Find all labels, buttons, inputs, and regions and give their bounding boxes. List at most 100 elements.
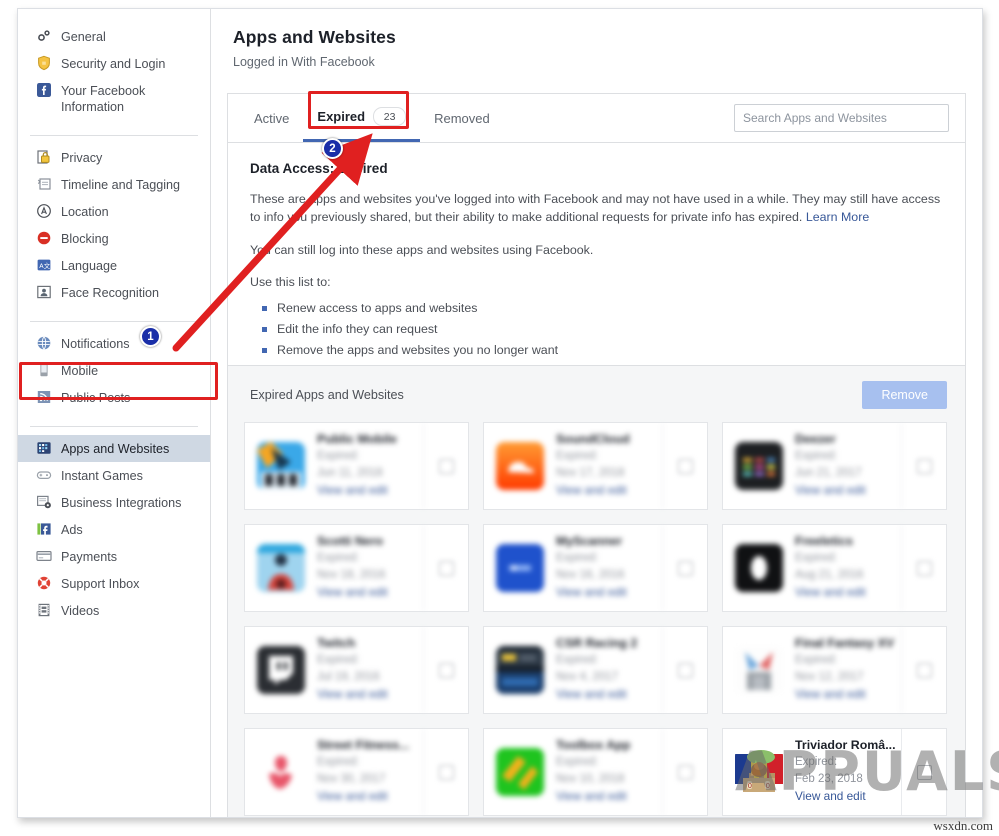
sidebar-item-apps-and-websites[interactable]: Apps and Websites: [18, 435, 210, 462]
app-checkbox[interactable]: [438, 560, 454, 576]
app-checkbox-cell[interactable]: [662, 525, 707, 611]
app-checkbox-cell[interactable]: [901, 423, 946, 509]
app-meta: MyScanner Expired: Nov 16, 2016 View and…: [556, 525, 662, 611]
app-checkbox-cell[interactable]: [423, 627, 468, 713]
app-name: MyScanner: [556, 534, 623, 548]
app-checkbox[interactable]: [438, 662, 454, 678]
app-expired-date: Jun 21, 2017: [795, 467, 862, 479]
app-icon-container: [723, 627, 795, 713]
view-and-edit-link[interactable]: View and edit: [317, 483, 419, 497]
app-card[interactable]: Public Mobile Expired: Jun 11, 2018 View…: [244, 422, 469, 510]
sidebar-item-videos[interactable]: Videos: [18, 597, 210, 624]
view-and-edit-link[interactable]: View and edit: [556, 585, 658, 599]
view-and-edit-link[interactable]: View and edit: [556, 483, 658, 497]
lock-icon: [36, 149, 52, 165]
app-meta: Public Mobile Expired: Jun 11, 2018 View…: [317, 423, 423, 509]
sidebar-item-timeline-and-tagging[interactable]: Timeline and Tagging: [18, 171, 210, 198]
sidebar-item-ads[interactable]: Ads: [18, 516, 210, 543]
tab-label: Active: [254, 110, 290, 126]
view-and-edit-link[interactable]: View and edit: [795, 687, 897, 701]
view-and-edit-link[interactable]: View and edit: [317, 585, 419, 599]
app-card[interactable]: Final Fantasy XV Expired: Nov 12, 2017 V…: [722, 626, 947, 714]
tab-active[interactable]: Active: [240, 95, 303, 142]
app-icon-container: [245, 627, 317, 713]
sidebar-item-blocking[interactable]: Blocking: [18, 225, 210, 252]
app-checkbox-cell[interactable]: [662, 627, 707, 713]
view-and-edit-link[interactable]: View and edit: [795, 585, 897, 599]
sidebar-item-business-integrations[interactable]: Business Integrations: [18, 489, 210, 516]
app-checkbox-cell[interactable]: [423, 525, 468, 611]
app-card[interactable]: SoundCloud Expired: Nov 17, 2018 View an…: [483, 422, 708, 510]
app-card[interactable]: Toolbox App Expired: Nov 10, 2018 View a…: [483, 728, 708, 816]
search-input[interactable]: [734, 104, 949, 132]
sidebar-item-notifications[interactable]: Notifications: [18, 330, 210, 357]
app-expired-date: Nov 12, 2017: [795, 671, 864, 683]
app-expired-date: Nov 30, 2017: [317, 773, 386, 785]
settings-sidebar: General Security and Login Your Facebook…: [18, 9, 211, 817]
app-checkbox-cell[interactable]: [662, 729, 707, 815]
sidebar-item-label: Support Inbox: [61, 577, 140, 591]
app-checkbox[interactable]: [438, 764, 454, 780]
app-checkbox-cell[interactable]: [423, 729, 468, 815]
app-checkbox[interactable]: [677, 458, 693, 474]
app-icon-deezer: [735, 442, 783, 490]
app-card[interactable]: Deezer Expired: Jun 21, 2017 View and ed…: [722, 422, 947, 510]
app-card[interactable]: Scotti Nero Expired: Nov 18, 2016 View a…: [244, 524, 469, 612]
sidebar-item-face-recognition[interactable]: Face Recognition: [18, 279, 210, 306]
sidebar-item-instant-games[interactable]: Instant Games: [18, 462, 210, 489]
app-checkbox[interactable]: [677, 662, 693, 678]
use-list-label: Use this list to:: [250, 275, 331, 289]
app-card[interactable]: CSR Racing 2 Expired: Nov 4, 2017 View a…: [483, 626, 708, 714]
learn-more-link[interactable]: Learn More: [806, 210, 869, 224]
view-and-edit-link[interactable]: View and edit: [317, 687, 419, 701]
app-checkbox[interactable]: [916, 458, 932, 474]
sidebar-item-privacy[interactable]: Privacy: [18, 144, 210, 171]
app-checkbox[interactable]: [677, 764, 693, 780]
main-content: Apps and Websites Logged in With Faceboo…: [211, 9, 982, 817]
tab-removed[interactable]: Removed: [420, 95, 504, 142]
sidebar-item-general[interactable]: General: [18, 23, 210, 50]
block-icon: [36, 230, 52, 246]
app-checkbox[interactable]: [916, 662, 932, 678]
sidebar-item-your-facebook-information[interactable]: Your Facebook Information: [18, 77, 210, 120]
app-card[interactable]: Twitch Expired: Jul 19, 2016 View and ed…: [244, 626, 469, 714]
page-header: Apps and Websites Logged in With Faceboo…: [211, 9, 982, 69]
sidebar-group-privacy: Privacy Timeline and Tagging Location Bl…: [18, 144, 210, 314]
app-checkbox-cell[interactable]: [423, 423, 468, 509]
sidebar-item-payments[interactable]: Payments: [18, 543, 210, 570]
sidebar-item-label: Timeline and Tagging: [61, 178, 181, 192]
app-checkbox[interactable]: [438, 458, 454, 474]
sidebar-item-label: General: [61, 30, 106, 44]
sidebar-item-support-inbox[interactable]: Support Inbox: [18, 570, 210, 597]
list-item: Renew access to apps and websites: [262, 298, 945, 319]
app-checkbox[interactable]: [677, 560, 693, 576]
app-checkbox-cell[interactable]: [662, 423, 707, 509]
view-and-edit-link[interactable]: View and edit: [317, 789, 419, 803]
app-checkbox[interactable]: [916, 560, 932, 576]
app-card[interactable]: Street Fitness... Expired: Nov 30, 2017 …: [244, 728, 469, 816]
sidebar-item-label: Notifications: [61, 337, 130, 351]
sidebar-item-language[interactable]: A 文 Language: [18, 252, 210, 279]
app-expired-date: Nov 16, 2016: [556, 569, 625, 581]
view-and-edit-link[interactable]: View and edit: [556, 687, 658, 701]
app-icon-container: [484, 627, 556, 713]
app-checkbox-cell[interactable]: [901, 525, 946, 611]
ads-icon: [36, 521, 52, 537]
app-name: CSR Racing 2: [556, 636, 638, 650]
settings-window: General Security and Login Your Facebook…: [17, 8, 983, 818]
app-icon-street: [257, 748, 305, 796]
sidebar-group-apps: Apps and Websites Instant Games Business…: [18, 435, 210, 632]
view-and-edit-link[interactable]: View and edit: [556, 789, 658, 803]
sidebar-item-location[interactable]: Location: [18, 198, 210, 225]
remove-button[interactable]: Remove: [862, 381, 947, 409]
app-card[interactable]: MyScanner Expired: Nov 16, 2016 View and…: [483, 524, 708, 612]
page-subtitle: Logged in With Facebook: [233, 55, 375, 69]
app-icon-myscanner: [496, 544, 544, 592]
view-and-edit-link[interactable]: View and edit: [795, 483, 897, 497]
app-checkbox-cell[interactable]: [901, 627, 946, 713]
app-card[interactable]: Freeletics Expired: Aug 21, 2016 View an…: [722, 524, 947, 612]
use-list: Renew access to apps and websites Edit t…: [250, 298, 945, 361]
app-icon-ffxv: [735, 646, 783, 694]
app-expired-label: Expired:: [556, 552, 599, 564]
sidebar-item-security-and-login[interactable]: Security and Login: [18, 50, 210, 77]
